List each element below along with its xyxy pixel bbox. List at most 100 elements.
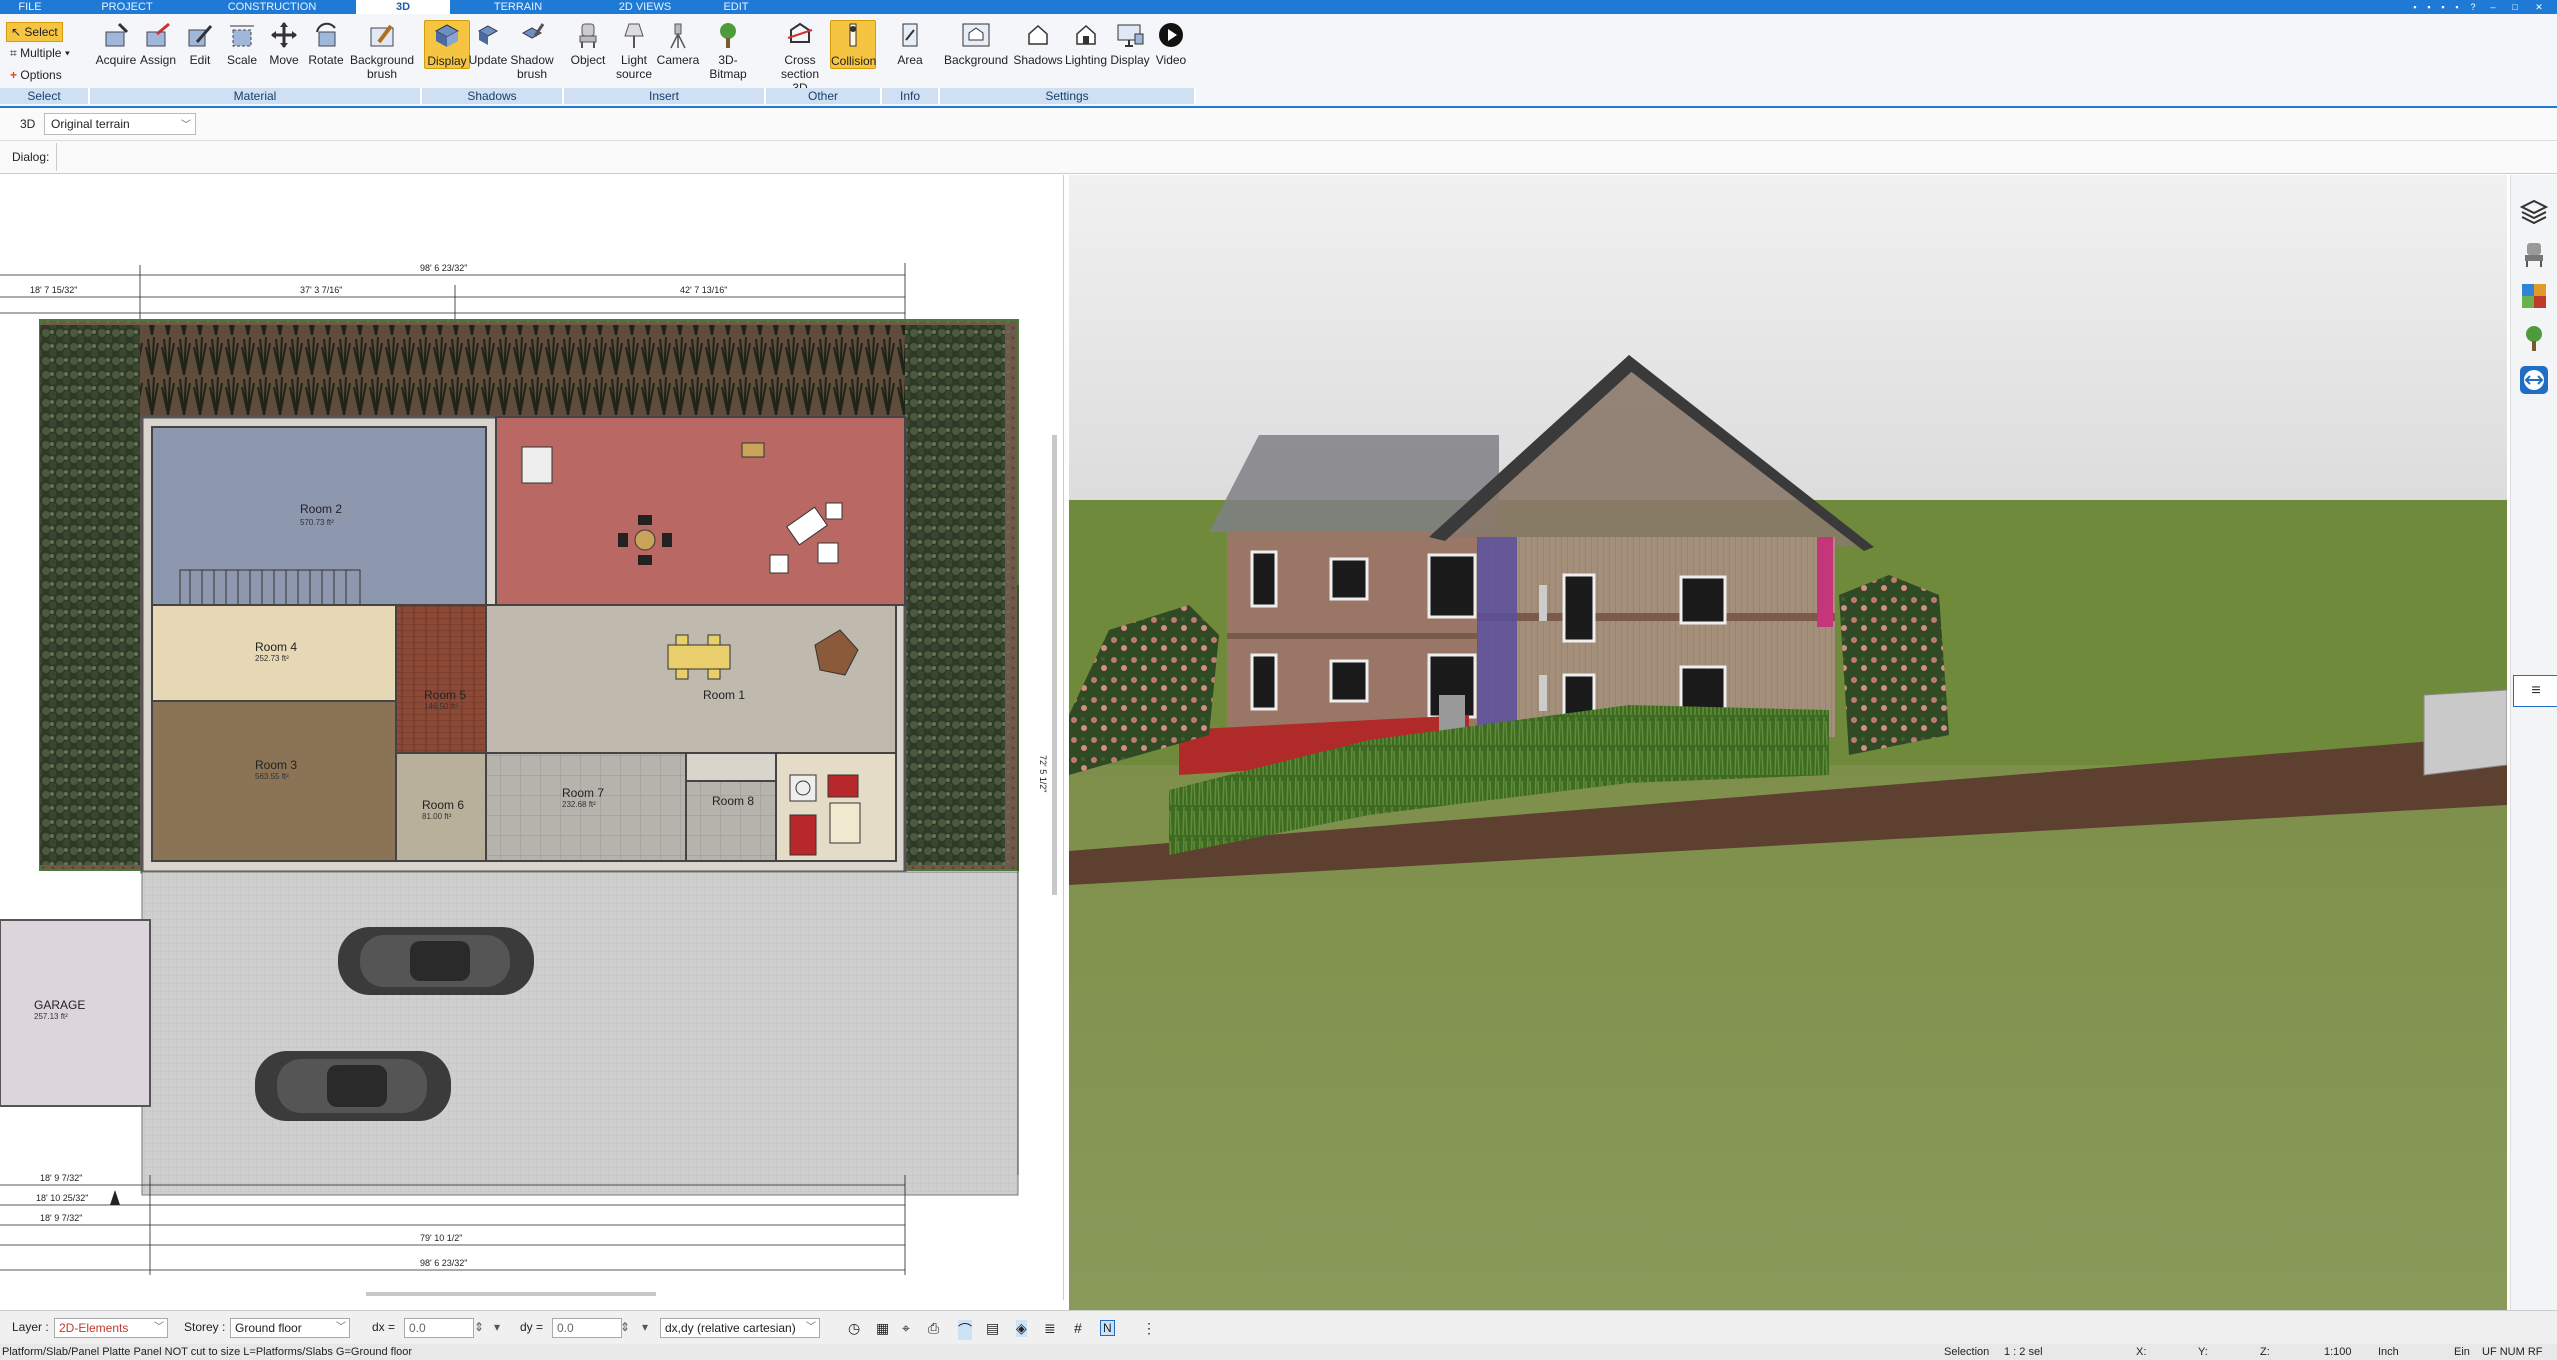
quick-access-icon[interactable]: ▪ [2410,2,2420,12]
terrace-red[interactable] [495,416,906,606]
cross-section-3d-button[interactable]: Cross section 3D [772,20,828,95]
assign-button[interactable]: Assign [136,20,180,67]
minimize-icon[interactable]: – [2488,2,2498,12]
hatch-icon[interactable]: ▤ [986,1320,999,1337]
quick-access-icon-3[interactable]: ▪ [2438,2,2448,12]
armchair-red[interactable] [827,774,859,798]
rotate-button[interactable]: Rotate [304,20,348,67]
multiple-button[interactable]: ⌗ Multiple ▾ [6,44,74,62]
dx-input[interactable]: 0.0 [404,1318,474,1338]
plan-horizontal-scrollbar[interactable] [366,1292,656,1296]
clock-icon[interactable]: ◷ [848,1320,860,1337]
3d-bitmap-button[interactable]: 3D-Bitmap [700,20,756,81]
floor-plan-canvas[interactable]: 98' 6 23/32" 37' 3 7/16" 42' 7 13/16" 18… [0,175,1063,1300]
area-button[interactable]: Area [888,20,932,67]
car-bottom[interactable] [255,1051,451,1121]
menu-tab-terrain[interactable]: TERRAIN [492,0,544,14]
north-toggle-icon[interactable]: N [1100,1320,1115,1336]
menu-tab-construction[interactable]: CONSTRUCTION [224,0,320,14]
sofa-red[interactable] [789,814,817,856]
dialog-bar: Dialog: [0,141,2557,174]
close-icon[interactable]: ✕ [2534,2,2544,12]
camera-button[interactable]: Camera [656,20,700,67]
3d-view[interactable] [1069,175,2507,1310]
dy-input[interactable]: 0.0 [552,1318,622,1338]
menu-tab-file[interactable]: FILE [8,0,52,14]
display-settings-button[interactable]: Display [1106,20,1154,67]
dy-dropdown-icon[interactable]: ▾ [642,1320,648,1334]
room-5[interactable] [395,604,487,754]
grid-icon[interactable]: # [1074,1320,1082,1336]
terrain-select[interactable]: Original terrain ﹀ [44,113,196,135]
plants-icon[interactable] [2519,323,2549,353]
materials-icon[interactable] [2519,281,2549,311]
scale-button[interactable]: Scale [220,20,264,67]
assign-icon [146,22,170,47]
more-options-icon[interactable]: ⋮ [1142,1320,1156,1337]
house-left-wing[interactable] [1209,435,1499,732]
layer-label: Layer : [12,1320,49,1334]
driveway[interactable] [141,871,1019,1196]
options-button[interactable]: + Options [6,66,66,84]
room-3[interactable] [151,700,397,862]
dy-spinner-icon[interactable]: ⇕ [620,1320,630,1334]
light-source-button[interactable]: Light source [612,20,656,81]
acquire-label: Acquire [95,53,137,67]
room-1[interactable] [485,604,897,754]
coord-mode-select[interactable]: dx,dy (relative cartesian) ﹀ [660,1318,820,1338]
curve-snap-icon[interactable]: ⌒ [958,1320,972,1340]
menu-bar: FILE PROJECT CONSTRUCTION 3D TERRAIN 2D … [0,0,2557,14]
plus-icon: + [10,68,18,82]
update-shadows-button[interactable]: Update [466,20,510,67]
bed-small[interactable] [829,802,861,844]
snap-point-icon[interactable]: ⌖ [902,1320,910,1337]
maximize-icon[interactable]: □ [2510,2,2520,12]
update-shadows-label: Update [468,53,508,67]
stack-icon[interactable]: ≣ [1044,1320,1056,1337]
menu-tab-2d-views[interactable]: 2D VIEWS [614,0,676,14]
cross-section-icon [787,22,813,43]
dx-spinner-icon[interactable]: ⇕ [474,1320,484,1334]
background-brush-button[interactable]: Background brush [350,20,414,81]
room-8[interactable] [685,780,777,862]
layers-icon[interactable] [2519,197,2549,227]
quick-access-icon-4[interactable]: ▪ [2452,2,2462,12]
edit-material-button[interactable]: Edit [178,20,222,67]
shadows-settings-button[interactable]: Shadows [1012,20,1064,67]
layer-toggle-icon[interactable]: ◈ [1016,1320,1027,1337]
floor-plan-view[interactable]: 98' 6 23/32" 37' 3 7/16" 42' 7 13/16" 18… [0,175,1064,1300]
menu-tab-3d[interactable]: 3D [356,0,450,14]
help-icon[interactable]: ? [2468,2,2478,12]
plan-vertical-scrollbar[interactable] [1052,435,1057,895]
display-shadows-button[interactable]: Display [424,20,470,69]
appliance-washer[interactable] [789,774,817,802]
snap-grid-icon[interactable]: ▦ [876,1320,889,1337]
quick-access-icon-2[interactable]: ▪ [2424,2,2434,12]
menu-tab-edit[interactable]: EDIT [718,0,754,14]
print-icon[interactable]: ⎙ [928,1320,939,1337]
view-toolbar: 3D Original terrain ﹀ [0,108,2557,141]
storey-select[interactable]: Ground floor ﹀ [230,1318,350,1338]
storey-value: Ground floor [235,1321,302,1335]
select-button[interactable]: ↖ Select [6,22,63,42]
teamviewer-icon[interactable] [2519,365,2549,395]
collapse-panel-tab[interactable]: ≡ [2513,675,2557,707]
menu-tab-project[interactable]: PROJECT [96,0,158,14]
insert-object-button[interactable]: Object [566,20,610,67]
collision-button[interactable]: Collision [830,20,876,69]
dx-dropdown-icon[interactable]: ▾ [494,1320,500,1334]
background-button[interactable]: Background [944,20,1008,67]
dining-table[interactable] [667,644,731,670]
chair-catalog-icon[interactable] [2519,239,2549,269]
3d-render-canvas[interactable] [1069,175,2507,1310]
video-button[interactable]: Video [1150,20,1192,67]
status-bar: Platform/Slab/Panel Platte Panel NOT cut… [0,1344,2557,1360]
move-button[interactable]: Move [262,20,306,67]
lighting-button[interactable]: Lighting [1060,20,1112,67]
car-top[interactable] [338,927,534,995]
layer-select[interactable]: 2D-Elements ﹀ [54,1318,168,1338]
shadow-brush-button[interactable]: Shadow brush [510,20,554,81]
room-2-label: Room 2 [300,502,342,516]
garage[interactable] [0,919,151,1107]
acquire-button[interactable]: Acquire [94,20,138,67]
